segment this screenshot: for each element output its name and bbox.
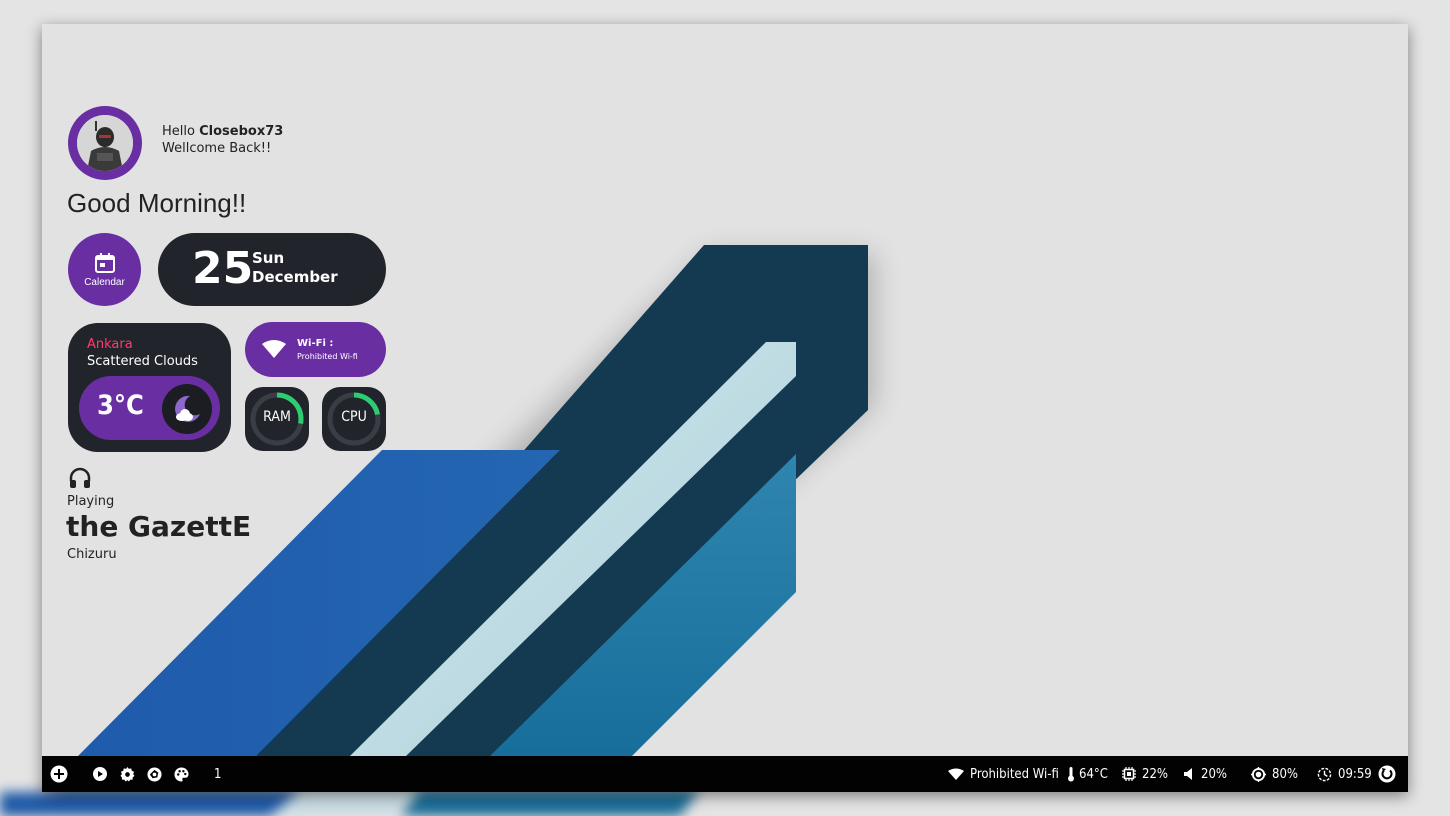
- wifi-title: Wi-Fi :: [297, 338, 334, 349]
- tray-wifi[interactable]: Prohibited Wi-fi: [948, 765, 1059, 783]
- cpu-label: CPU: [341, 409, 367, 425]
- weather-temp-pill: 3°C: [79, 376, 220, 440]
- palette-icon: [174, 766, 189, 782]
- palette-button[interactable]: [174, 765, 189, 783]
- tray-volume-text: 20%: [1201, 766, 1227, 782]
- settings-icon: [120, 766, 135, 782]
- weather-temperature: 3°C: [97, 390, 144, 421]
- music-status: Playing: [67, 494, 115, 509]
- add-icon: [50, 765, 68, 783]
- calendar-icon: [94, 253, 115, 273]
- desktop-screen: Hello Closebox73 Wellcome Back!! Good Mo…: [42, 24, 1408, 792]
- username: Closebox73: [199, 124, 284, 139]
- play-button[interactable]: [93, 765, 107, 783]
- music-artist: the GazettE: [66, 510, 252, 543]
- taskbar: 1 Prohibited Wi-fi 64°C 22% 20% 80% 09:5…: [42, 756, 1408, 792]
- aperture-icon: [147, 766, 162, 782]
- tray-wifi-text: Prohibited Wi-fi: [970, 766, 1059, 782]
- workspace-number: 1: [214, 766, 222, 782]
- tray-brightness-text: 80%: [1272, 766, 1298, 782]
- date-card: 25 Sun December: [158, 233, 386, 306]
- weather-city: Ankara: [87, 337, 133, 352]
- calendar-button[interactable]: Calendar: [68, 233, 141, 306]
- calendar-label: Calendar: [84, 277, 125, 288]
- cpu-gauge: CPU: [322, 387, 386, 451]
- workspace-indicator[interactable]: 1: [208, 765, 221, 783]
- clock-icon: [1317, 767, 1332, 781]
- thermometer-icon: [1068, 766, 1074, 781]
- ram-label: RAM: [263, 409, 291, 425]
- tray-volume[interactable]: 20%: [1184, 765, 1227, 783]
- wifi-ssid: Prohibited Wi-fi: [297, 352, 358, 361]
- volume-icon: [1184, 768, 1192, 780]
- time-greeting: Good Morning!!: [67, 188, 247, 218]
- greeting-hello: Hello Closebox73: [162, 124, 283, 139]
- avatar[interactable]: [68, 106, 142, 180]
- power-icon: [1378, 765, 1396, 783]
- date-weekday: Sun: [252, 249, 285, 267]
- music-track: Chizuru: [67, 547, 117, 562]
- play-icon: [93, 767, 107, 781]
- date-month: December: [252, 268, 338, 286]
- wifi-icon: [262, 340, 286, 358]
- power-button[interactable]: [1378, 765, 1396, 783]
- tray-temperature[interactable]: 64°C: [1067, 765, 1108, 783]
- tray-clock-text: 09:59: [1338, 766, 1372, 782]
- settings-button[interactable]: [120, 765, 135, 783]
- tray-cpu-text: 22%: [1142, 766, 1168, 782]
- weather-card: Ankara Scattered Clouds 3°C: [68, 323, 231, 452]
- tray-brightness[interactable]: 80%: [1251, 765, 1298, 783]
- date-day: 25: [192, 243, 254, 294]
- welcome-text: Wellcome Back!!: [162, 141, 272, 156]
- wifi-card[interactable]: Wi-Fi : Prohibited Wi-fi: [245, 322, 386, 377]
- headphones-icon: [69, 467, 91, 488]
- partly-cloudy-night-icon: [175, 395, 200, 422]
- brightness-icon: [1251, 766, 1266, 782]
- tray-clock[interactable]: 09:59: [1317, 765, 1372, 783]
- weather-icon-container: [162, 384, 212, 434]
- add-button[interactable]: [50, 765, 68, 783]
- tray-cpu[interactable]: 22%: [1122, 765, 1168, 783]
- hello-text: Hello: [162, 124, 195, 139]
- cpu-chip-icon: [1122, 767, 1136, 781]
- wifi-icon: [948, 768, 964, 780]
- tray-temperature-text: 64°C: [1079, 766, 1108, 782]
- aperture-button[interactable]: [147, 765, 162, 783]
- ram-gauge: RAM: [245, 387, 309, 451]
- avatar-image: [77, 115, 133, 171]
- weather-condition: Scattered Clouds: [87, 354, 198, 369]
